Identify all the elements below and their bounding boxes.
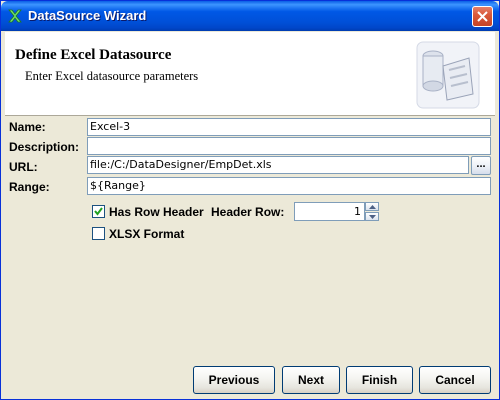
xlsx-format-label: XLSX Format [109, 227, 185, 241]
description-label: Description: [9, 140, 80, 154]
range-field[interactable]: ${Range} [87, 177, 491, 195]
arrow-up-icon [369, 205, 376, 209]
finish-button[interactable]: Finish [346, 366, 413, 394]
header-row-field[interactable]: 1 [294, 202, 365, 221]
checkmark-icon [94, 207, 103, 216]
url-label: URL: [9, 160, 38, 174]
header-row-spinner[interactable]: 1 [294, 202, 380, 221]
wizard-icon [7, 8, 23, 24]
browse-button[interactable]: ... [471, 156, 491, 175]
close-icon [477, 11, 488, 22]
has-row-header-checkbox[interactable] [92, 205, 105, 218]
name-field[interactable]: Excel-3 [87, 118, 491, 136]
arrow-down-icon [369, 215, 376, 219]
window-title: DataSource Wizard [28, 8, 147, 23]
cancel-button[interactable]: Cancel [419, 366, 491, 394]
header-subtitle: Enter Excel datasource parameters [25, 69, 199, 83]
title-bar[interactable]: DataSource Wizard [1, 1, 499, 31]
next-button[interactable]: Next [282, 366, 340, 394]
description-field[interactable] [87, 137, 491, 155]
has-row-header-label: Has Row Header [109, 205, 204, 219]
previous-button[interactable]: Previous [193, 366, 275, 394]
range-label: Range: [9, 180, 50, 194]
datasource-wizard-window: DataSource Wizard Define Excel Datasourc… [0, 0, 500, 400]
header-panel: Define Excel Datasource Enter Excel data… [5, 32, 495, 116]
spinner-up-button[interactable] [365, 202, 379, 211]
close-button[interactable] [472, 6, 493, 27]
datasource-graphic-icon [413, 36, 483, 110]
header-title: Define Excel Datasource [15, 47, 172, 63]
name-label: Name: [9, 120, 46, 134]
xlsx-format-checkbox[interactable] [92, 227, 105, 240]
spinner-down-button[interactable] [365, 212, 379, 221]
url-field[interactable]: file:/C:/DataDesigner/EmpDet.xls [87, 156, 469, 174]
header-row-label: Header Row: [211, 205, 285, 219]
